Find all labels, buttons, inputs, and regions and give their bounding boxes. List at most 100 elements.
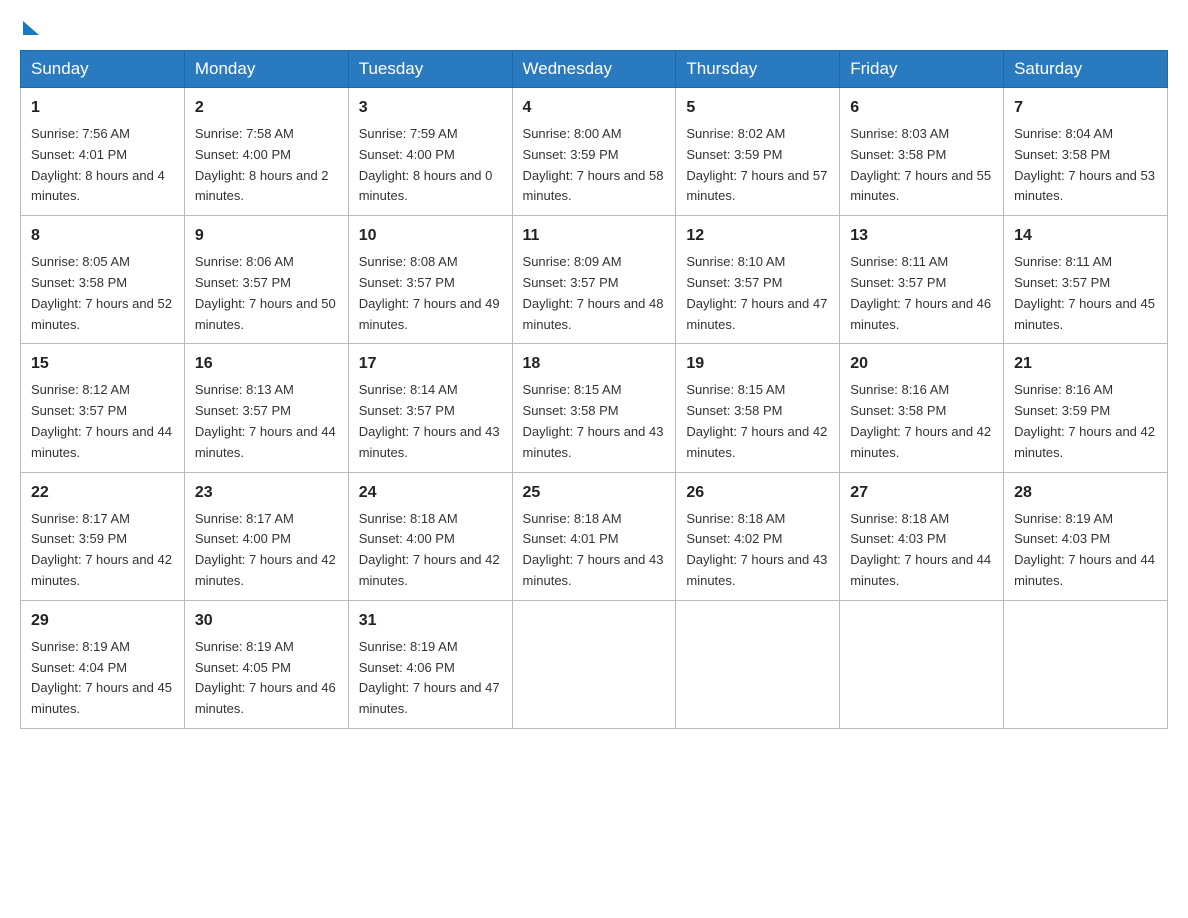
day-cell-30: 30 Sunrise: 8:19 AMSunset: 4:05 PMDayligh…	[184, 600, 348, 728]
day-number: 24	[359, 481, 502, 505]
day-info: Sunrise: 8:18 AMSunset: 4:00 PMDaylight:…	[359, 511, 500, 588]
weekday-header-friday: Friday	[840, 51, 1004, 88]
day-info: Sunrise: 8:19 AMSunset: 4:05 PMDaylight:…	[195, 639, 336, 716]
weekday-header-tuesday: Tuesday	[348, 51, 512, 88]
empty-cell	[1004, 600, 1168, 728]
weekday-header-sunday: Sunday	[21, 51, 185, 88]
logo	[20, 20, 39, 34]
day-number: 20	[850, 352, 993, 376]
day-info: Sunrise: 8:11 AMSunset: 3:57 PMDaylight:…	[1014, 254, 1155, 331]
week-row-3: 15Sunrise: 8:12 AMSunset: 3:57 PMDayligh…	[21, 344, 1168, 472]
day-info: Sunrise: 8:17 AMSunset: 3:59 PMDaylight:…	[31, 511, 172, 588]
day-info: Sunrise: 8:13 AMSunset: 3:57 PMDaylight:…	[195, 382, 336, 459]
day-number: 16	[195, 352, 338, 376]
day-cell-21: 21 Sunrise: 8:16 AMSunset: 3:59 PMDayligh…	[1004, 344, 1168, 472]
calendar-table: SundayMondayTuesdayWednesdayThursdayFrid…	[20, 50, 1168, 729]
day-info: Sunrise: 8:14 AMSunset: 3:57 PMDaylight:…	[359, 382, 500, 459]
day-number: 30	[195, 609, 338, 633]
day-info: Sunrise: 8:00 AMSunset: 3:59 PMDaylight:…	[523, 126, 664, 203]
day-number: 4	[523, 96, 666, 120]
day-info: Sunrise: 8:08 AMSunset: 3:57 PMDaylight:…	[359, 254, 500, 331]
day-cell-14: 14 Sunrise: 8:11 AMSunset: 3:57 PMDayligh…	[1004, 216, 1168, 344]
day-cell-23: 23 Sunrise: 8:17 AMSunset: 4:00 PMDayligh…	[184, 472, 348, 600]
day-info: Sunrise: 8:15 AMSunset: 3:58 PMDaylight:…	[523, 382, 664, 459]
day-info: Sunrise: 8:06 AMSunset: 3:57 PMDaylight:…	[195, 254, 336, 331]
empty-cell	[512, 600, 676, 728]
day-cell-13: 13 Sunrise: 8:11 AMSunset: 3:57 PMDayligh…	[840, 216, 1004, 344]
day-cell-26: 26 Sunrise: 8:18 AMSunset: 4:02 PMDayligh…	[676, 472, 840, 600]
day-number: 22	[31, 481, 174, 505]
day-number: 17	[359, 352, 502, 376]
day-number: 26	[686, 481, 829, 505]
day-number: 3	[359, 96, 502, 120]
weekday-header-thursday: Thursday	[676, 51, 840, 88]
day-info: Sunrise: 8:18 AMSunset: 4:01 PMDaylight:…	[523, 511, 664, 588]
day-number: 19	[686, 352, 829, 376]
day-number: 28	[1014, 481, 1157, 505]
day-cell-9: 9 Sunrise: 8:06 AMSunset: 3:57 PMDaylight…	[184, 216, 348, 344]
day-number: 27	[850, 481, 993, 505]
day-cell-20: 20Sunrise: 8:16 AMSunset: 3:58 PMDayligh…	[840, 344, 1004, 472]
day-number: 21	[1014, 352, 1157, 376]
day-cell-6: 6 Sunrise: 8:03 AMSunset: 3:58 PMDaylight…	[840, 88, 1004, 216]
day-number: 14	[1014, 224, 1157, 248]
day-info: Sunrise: 8:19 AMSunset: 4:03 PMDaylight:…	[1014, 511, 1155, 588]
day-number: 12	[686, 224, 829, 248]
day-cell-28: 28 Sunrise: 8:19 AMSunset: 4:03 PMDayligh…	[1004, 472, 1168, 600]
day-info: Sunrise: 8:19 AMSunset: 4:04 PMDaylight:…	[31, 639, 172, 716]
day-info: Sunrise: 8:04 AMSunset: 3:58 PMDaylight:…	[1014, 126, 1155, 203]
day-cell-3: 3 Sunrise: 7:59 AMSunset: 4:00 PMDaylight…	[348, 88, 512, 216]
day-info: Sunrise: 8:19 AMSunset: 4:06 PMDaylight:…	[359, 639, 500, 716]
day-cell-17: 17 Sunrise: 8:14 AMSunset: 3:57 PMDayligh…	[348, 344, 512, 472]
day-info: Sunrise: 8:02 AMSunset: 3:59 PMDaylight:…	[686, 126, 827, 203]
day-cell-8: 8 Sunrise: 8:05 AMSunset: 3:58 PMDaylight…	[21, 216, 185, 344]
day-info: Sunrise: 8:17 AMSunset: 4:00 PMDaylight:…	[195, 511, 336, 588]
day-cell-19: 19 Sunrise: 8:15 AMSunset: 3:58 PMDayligh…	[676, 344, 840, 472]
day-info: Sunrise: 8:15 AMSunset: 3:58 PMDaylight:…	[686, 382, 827, 459]
day-number: 29	[31, 609, 174, 633]
page-header	[20, 20, 1168, 34]
weekday-header-wednesday: Wednesday	[512, 51, 676, 88]
week-row-1: 1Sunrise: 7:56 AMSunset: 4:01 PMDaylight…	[21, 88, 1168, 216]
day-info: Sunrise: 7:58 AMSunset: 4:00 PMDaylight:…	[195, 126, 329, 203]
day-cell-29: 29 Sunrise: 8:19 AMSunset: 4:04 PMDayligh…	[21, 600, 185, 728]
day-cell-5: 5 Sunrise: 8:02 AMSunset: 3:59 PMDaylight…	[676, 88, 840, 216]
day-number: 15	[31, 352, 174, 376]
day-info: Sunrise: 8:09 AMSunset: 3:57 PMDaylight:…	[523, 254, 664, 331]
empty-cell	[840, 600, 1004, 728]
day-info: Sunrise: 8:10 AMSunset: 3:57 PMDaylight:…	[686, 254, 827, 331]
day-number: 6	[850, 96, 993, 120]
day-cell-7: 7 Sunrise: 8:04 AMSunset: 3:58 PMDaylight…	[1004, 88, 1168, 216]
day-number: 23	[195, 481, 338, 505]
day-cell-24: 24 Sunrise: 8:18 AMSunset: 4:00 PMDayligh…	[348, 472, 512, 600]
day-cell-15: 15Sunrise: 8:12 AMSunset: 3:57 PMDayligh…	[21, 344, 185, 472]
weekday-header-row: SundayMondayTuesdayWednesdayThursdayFrid…	[21, 51, 1168, 88]
day-cell-18: 18 Sunrise: 8:15 AMSunset: 3:58 PMDayligh…	[512, 344, 676, 472]
empty-cell	[676, 600, 840, 728]
day-info: Sunrise: 8:16 AMSunset: 3:59 PMDaylight:…	[1014, 382, 1155, 459]
day-number: 2	[195, 96, 338, 120]
day-cell-12: 12 Sunrise: 8:10 AMSunset: 3:57 PMDayligh…	[676, 216, 840, 344]
day-number: 7	[1014, 96, 1157, 120]
week-row-2: 8 Sunrise: 8:05 AMSunset: 3:58 PMDaylight…	[21, 216, 1168, 344]
day-number: 10	[359, 224, 502, 248]
day-info: Sunrise: 8:03 AMSunset: 3:58 PMDaylight:…	[850, 126, 991, 203]
day-number: 8	[31, 224, 174, 248]
day-cell-31: 31Sunrise: 8:19 AMSunset: 4:06 PMDayligh…	[348, 600, 512, 728]
day-info: Sunrise: 7:59 AMSunset: 4:00 PMDaylight:…	[359, 126, 493, 203]
day-cell-25: 25Sunrise: 8:18 AMSunset: 4:01 PMDayligh…	[512, 472, 676, 600]
day-cell-27: 27Sunrise: 8:18 AMSunset: 4:03 PMDayligh…	[840, 472, 1004, 600]
day-info: Sunrise: 8:05 AMSunset: 3:58 PMDaylight:…	[31, 254, 172, 331]
day-cell-1: 1Sunrise: 7:56 AMSunset: 4:01 PMDaylight…	[21, 88, 185, 216]
day-cell-4: 4 Sunrise: 8:00 AMSunset: 3:59 PMDaylight…	[512, 88, 676, 216]
day-number: 18	[523, 352, 666, 376]
day-info: Sunrise: 8:18 AMSunset: 4:02 PMDaylight:…	[686, 511, 827, 588]
day-number: 9	[195, 224, 338, 248]
weekday-header-monday: Monday	[184, 51, 348, 88]
day-number: 11	[523, 224, 666, 248]
day-number: 13	[850, 224, 993, 248]
day-number: 1	[31, 96, 174, 120]
day-info: Sunrise: 8:11 AMSunset: 3:57 PMDaylight:…	[850, 254, 991, 331]
day-number: 5	[686, 96, 829, 120]
day-cell-2: 2 Sunrise: 7:58 AMSunset: 4:00 PMDaylight…	[184, 88, 348, 216]
